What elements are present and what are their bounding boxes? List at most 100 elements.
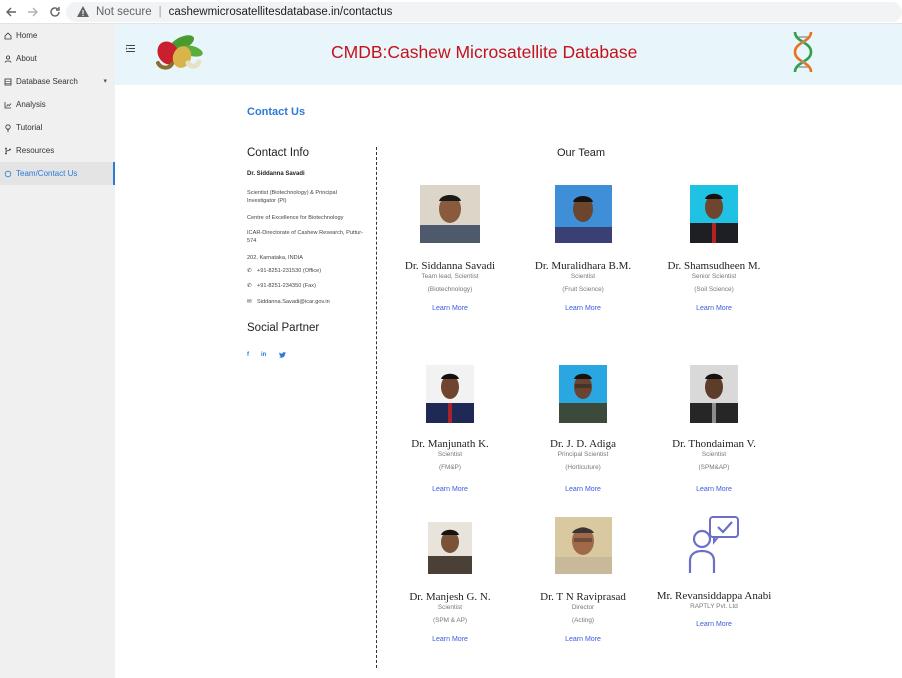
facebook-icon[interactable]: f (247, 352, 249, 358)
contact-designation: Scientist (Biotechnology) & Principal In… (247, 190, 337, 204)
member-department: (Biotechnology) (427, 286, 473, 293)
person-chat-icon (688, 516, 739, 573)
team-member-card: Dr. Thondaiman V. Scientist (SPM&AP) Lea… (649, 365, 779, 496)
team-member-card: Dr. Muralidhara B.M. Scientist (Fruit Sc… (518, 185, 648, 315)
back-arrow-icon[interactable] (0, 1, 22, 23)
cashew-logo-icon (156, 35, 203, 70)
member-department: (Fruit Science) (562, 286, 604, 293)
member-department: (Acting) (571, 617, 595, 624)
twitter-icon[interactable] (279, 352, 286, 360)
learn-more-link[interactable]: Learn More (432, 486, 468, 493)
team-member-card: Dr. J. D. Adiga Principal Scientist (Hor… (518, 365, 648, 496)
sidebar-item-database-search[interactable]: Database Search ▾ (0, 70, 115, 93)
email-text: Siddanna.Savadi@icar.gov.in (257, 299, 330, 305)
member-photo (426, 365, 474, 423)
member-photo (690, 185, 738, 243)
sidebar: Home About Database Search ▾ Analysis Tu… (0, 24, 115, 678)
url-text: cashewmicrosatellitesdatabase.in/contact… (168, 6, 393, 18)
sidebar-item-label: About (16, 54, 37, 63)
circle-icon (3, 169, 12, 178)
phone-icon: ✆ (247, 283, 252, 289)
fax-text: +91-8251-234350 (Fax) (257, 283, 316, 289)
member-name: Dr. Shamsudheen M. (667, 260, 761, 272)
sidebar-item-label: Database Search (16, 77, 78, 86)
branch-icon (3, 146, 12, 155)
member-name: Dr. Thondaiman V. (672, 438, 756, 450)
sidebar-item-label: Team/Contact Us (16, 169, 78, 178)
team-member-card: Dr. T N Raviprasad Director (Acting) Lea… (518, 517, 648, 646)
contact-institute: ICAR-Directorate of Cashew Research, Put… (247, 230, 363, 244)
member-role: Principal Scientist (557, 451, 609, 458)
member-department: (Horticuture) (565, 464, 601, 471)
member-department: (Soil Science) (694, 286, 734, 293)
column-divider (376, 147, 377, 668)
menu-toggle-icon[interactable] (126, 44, 135, 53)
member-name: Dr. Muralidhara B.M. (534, 260, 632, 272)
contact-name: Dr. Siddanna Savadi (247, 171, 305, 177)
member-name: Dr. Manjunath K. (411, 438, 489, 450)
office-phone-text: +91-8251-231530 (Office) (257, 268, 322, 274)
member-photo (428, 522, 472, 574)
member-role: Scientist (437, 451, 463, 458)
member-role: Scientist (437, 604, 463, 611)
sidebar-item-label: Tutorial (16, 123, 43, 132)
learn-more-link[interactable]: Learn More (565, 305, 601, 312)
member-role: RAPTLY Pvt. Ltd (690, 603, 738, 610)
member-role: Scientist (701, 451, 727, 458)
page-title: Contact Us (247, 106, 306, 118)
sidebar-item-home[interactable]: Home (0, 24, 115, 47)
member-department: (SPM & AP) (432, 617, 468, 624)
address-bar[interactable]: Not secure | cashewmicrosatellitesdataba… (66, 2, 902, 22)
learn-more-link[interactable]: Learn More (565, 636, 601, 643)
learn-more-link[interactable]: Learn More (565, 486, 601, 493)
team-member-card: Dr. Manjesh G. N. Scientist (SPM & AP) L… (385, 522, 515, 646)
member-department: (FM&P) (438, 464, 461, 471)
site-title: CMDB:Cashew Microsatellite Database (331, 42, 638, 62)
security-label: Not secure (96, 6, 152, 18)
member-role: Team lead, Scientist (421, 273, 479, 280)
lightbulb-icon (3, 123, 12, 132)
chevron-down-icon[interactable]: ▾ (103, 77, 107, 85)
sidebar-item-tutorial[interactable]: Tutorial (0, 116, 115, 139)
member-department: (SPM&AP) (698, 464, 730, 471)
learn-more-link[interactable]: Learn More (432, 305, 468, 312)
address-separator: | (158, 6, 162, 18)
team-member-card: Dr. Manjunath K. Scientist (FM&P) Learn … (385, 365, 515, 496)
contact-address: 202, Karnataka, INDIA (247, 255, 303, 261)
sidebar-item-analysis[interactable]: Analysis (0, 93, 115, 116)
contact-info-heading: Contact Info (247, 147, 310, 159)
team-member-card: Mr. Revansiddappa Anabi RAPTLY Pvt. Ltd … (649, 515, 779, 631)
team-member-card: Dr. Shamsudheen M. Senior Scientist (Soi… (649, 185, 779, 315)
phone-icon: ✆ (247, 268, 252, 274)
linkedin-icon[interactable]: in (261, 352, 266, 358)
sidebar-item-label: Resources (16, 146, 55, 155)
learn-more-link[interactable]: Learn More (696, 621, 732, 628)
member-role: Senior Scientist (691, 273, 737, 280)
member-name: Mr. Revansiddappa Anabi (656, 590, 772, 602)
member-photo (420, 185, 480, 243)
learn-more-link[interactable]: Learn More (696, 305, 732, 312)
chart-icon (3, 100, 12, 109)
learn-more-link[interactable]: Learn More (432, 636, 468, 643)
member-photo (559, 365, 607, 423)
member-photo (554, 517, 612, 574)
sidebar-item-label: Home (16, 31, 38, 40)
member-name: Dr. Siddanna Savadi (404, 260, 496, 272)
member-name: Dr. Manjesh G. N. (409, 591, 491, 603)
database-icon (3, 77, 12, 86)
learn-more-link[interactable]: Learn More (696, 486, 732, 493)
home-icon (3, 31, 12, 40)
envelope-icon: ✉ (247, 299, 252, 305)
contact-email[interactable]: ✉ Siddanna.Savadi@icar.gov.in (247, 298, 367, 306)
sidebar-item-about[interactable]: About (0, 47, 115, 70)
dna-icon (793, 31, 813, 73)
team-heading: Our Team (557, 147, 606, 159)
reload-icon[interactable] (44, 1, 66, 23)
user-icon (3, 54, 12, 63)
sidebar-item-label: Analysis (16, 100, 46, 109)
member-role: Scientist (570, 273, 596, 280)
forward-arrow-icon[interactable] (22, 1, 44, 23)
member-photo (554, 185, 612, 243)
sidebar-item-resources[interactable]: Resources (0, 139, 115, 162)
sidebar-item-team-contact[interactable]: Team/Contact Us (0, 162, 115, 185)
